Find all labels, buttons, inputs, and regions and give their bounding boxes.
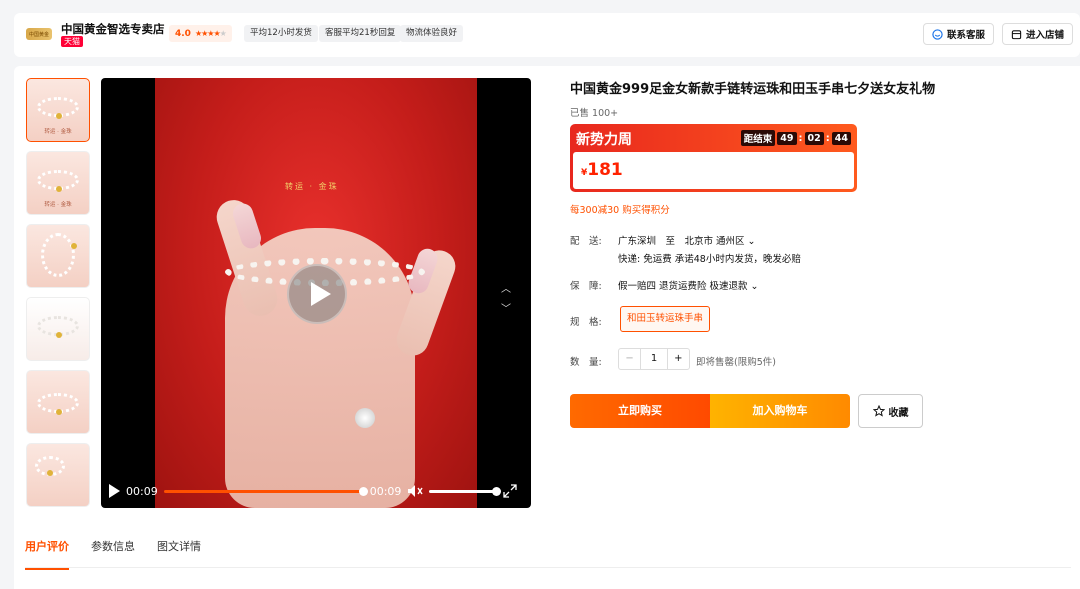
store-rating: 4.0 ★★★★★ [169,25,232,42]
price-box: ¥181 [573,152,854,189]
delivery-route[interactable]: 广东深圳 至 北京市 通州区 ⌄ [618,233,756,247]
product-video[interactable]: 转运 · 金珠 ︿ ﹀ 00:09 00:09 [101,78,531,508]
top-strip [0,0,1080,10]
chat-icon [932,28,943,40]
current-time: 00:09 [126,484,158,498]
buy-now-button[interactable]: 立即购买 [570,394,710,428]
rating-stars-icon: ★★★★★ [194,29,227,38]
store-name[interactable]: 中国黄金智选专卖店 [61,21,165,37]
coupon-info[interactable]: 每300减30 购买得积分 [570,202,670,216]
countdown-minutes: 02 [804,131,824,145]
fullscreen-icon[interactable] [503,484,518,498]
promo-name: 新势力周 [576,132,632,148]
detail-tabs: 用户评价 参数信息 图文详情 [25,538,201,570]
thumbnail-caption: 转运 · 金珠 [44,202,72,208]
guarantee-info[interactable]: 假一赔四 退货运费险 极速退款 ⌄ [618,278,759,292]
quantity-increase-button[interactable]: + [668,349,689,369]
sold-count: 已售 100+ [570,108,619,119]
countdown: 距结束 49 : 02 : 44 [740,130,851,146]
thumbnail[interactable] [26,224,90,288]
star-icon [872,405,885,417]
quantity-decrease-button[interactable]: − [619,349,640,369]
countdown-separator: : [825,132,830,144]
countdown-hours: 49 [777,131,797,145]
tag-logistics: 物流体验良好 [400,25,464,42]
tag-service: 客服平均21秒回复 [319,25,402,42]
tag-shipping: 平均12小时发货 [244,25,318,42]
promo-banner: 新势力周 距结束 49 : 02 : 44 ¥181 [570,124,857,192]
quantity-stepper: − 1 + [618,348,690,370]
countdown-separator: : [798,132,803,144]
thumbnail[interactable] [26,297,90,361]
tmall-badge: 天猫 [61,36,83,47]
enter-store-button[interactable]: 进入店铺 [1002,23,1074,45]
play-overlay-button[interactable] [287,264,347,324]
thumbnail-caption: 转运 · 金珠 [44,129,72,135]
thumbnail[interactable] [26,443,90,507]
progress-knob[interactable] [358,486,368,496]
contact-service-label: 联系客服 [947,30,986,41]
price-value: 181 [587,160,623,180]
volume-icon[interactable] [407,484,423,498]
rating-score: 4.0 [175,28,191,39]
enter-store-label: 进入店铺 [1026,30,1065,41]
tabs-divider [25,567,1071,568]
product-title: 中国黄金999足金女新款手链转运珠和田玉手串七夕送女友礼物 [570,82,936,97]
video-caption: 转运 · 金珠 [285,182,339,191]
chevron-up-icon[interactable]: ︿ [501,280,511,295]
guarantee-label: 保 障: [570,281,602,292]
volume-knob[interactable] [492,486,502,496]
thumbnail[interactable]: 转运 · 金珠 [26,78,90,142]
price: ¥181 [581,160,623,180]
thumbnail-list: 转运 · 金珠 转运 · 金珠 [26,78,90,516]
stock-note: 即将售罄(限购5件) [696,357,776,368]
delivery-label: 配 送: [570,236,602,247]
quantity-input[interactable]: 1 [640,349,668,369]
video-controls: 00:09 00:09 [101,474,531,508]
delivery-detail: 快递: 免运费 承诺48小时内发货，晚发必赔 [618,254,801,265]
tab-details[interactable]: 图文详情 [157,538,201,570]
countdown-seconds: 44 [831,131,851,145]
store-icon [1011,29,1022,39]
favorite-label: 收藏 [888,407,909,419]
contact-service-button[interactable]: 联系客服 [923,23,995,45]
countdown-label: 距结束 [740,130,776,146]
add-to-cart-button[interactable]: 加入购物车 [710,394,850,428]
thumbnail[interactable]: 转运 · 金珠 [26,151,90,215]
tab-parameters[interactable]: 参数信息 [91,538,135,570]
favorite-button[interactable]: 收藏 [858,394,923,428]
spec-label: 规 格: [570,317,602,328]
store-header: 中国黄金 中国黄金智选专卖店 天猫 4.0 ★★★★★ 平均12小时发货 客服平… [14,13,1080,57]
product-panel: 转运 · 金珠 转运 · 金珠 转运 · 金珠 ︿ ﹀ 00:09 00:09 [14,66,1080,589]
chevron-down-icon[interactable]: ﹀ [501,300,511,315]
ring-gem [355,408,375,428]
volume-slider[interactable] [429,486,502,496]
play-icon[interactable] [109,484,120,498]
tab-reviews[interactable]: 用户评价 [25,538,69,570]
progress-bar[interactable] [163,486,368,496]
duration-time: 00:09 [369,484,402,498]
quantity-label: 数 量: [570,357,602,368]
thumbnail[interactable] [26,370,90,434]
logo-text: 中国黄金 [28,31,49,38]
spec-option-button[interactable]: 和田玉转运珠手串 [620,306,711,332]
store-logo[interactable]: 中国黄金 [26,28,52,40]
